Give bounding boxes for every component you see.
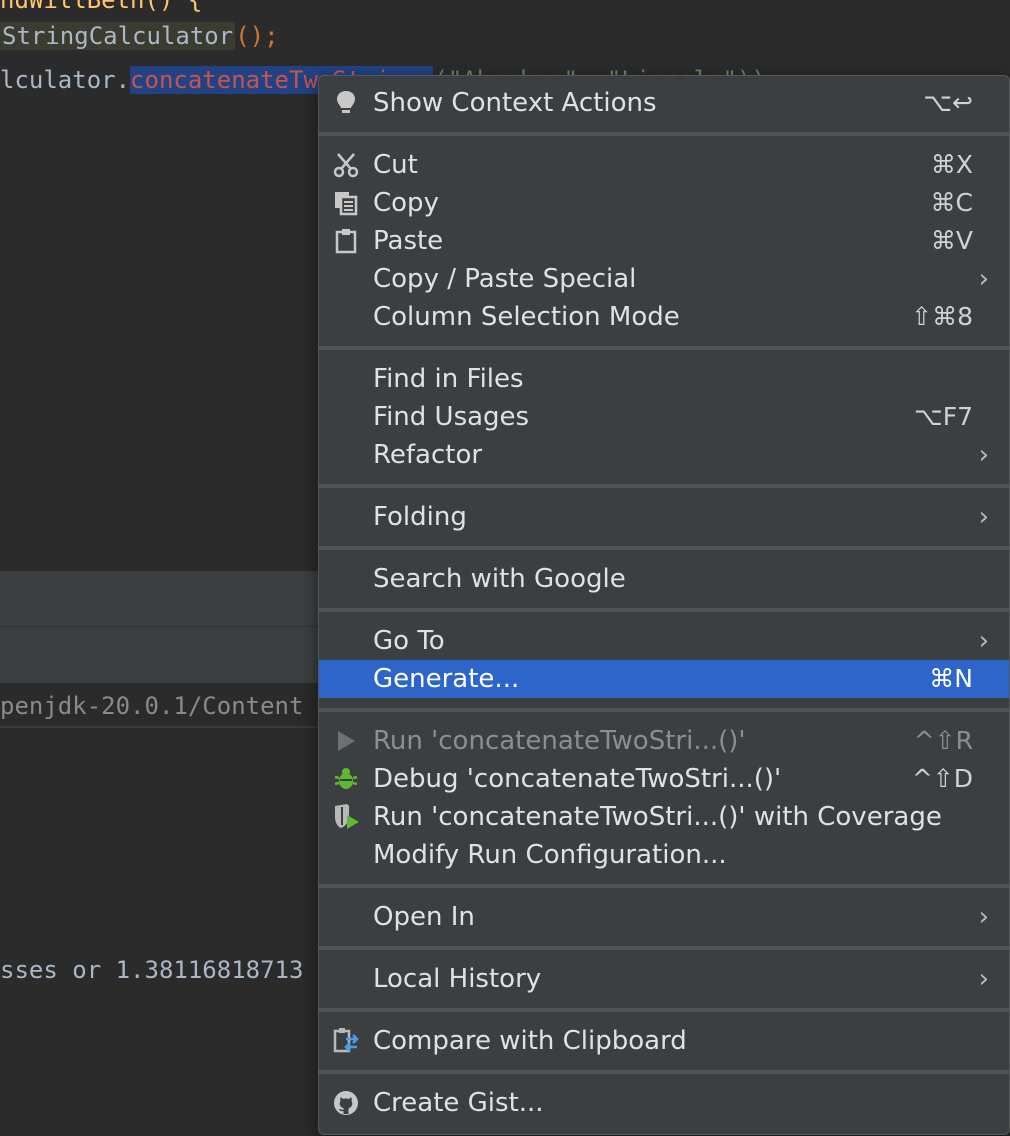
menu-item-label: Refactor — [373, 440, 483, 470]
menu-item-label: Debug 'concatenateTwoStri...()' — [373, 764, 782, 794]
menu-item-create-gist[interactable]: Create Gist... — [319, 1084, 1009, 1122]
editor-context-menu: Show Context Actions ⌥↩ Cut ⌘X Copy ⌘C P… — [318, 75, 1010, 1135]
menu-item-paste[interactable]: Paste ⌘V — [319, 222, 1009, 260]
menu-item-label: Search with Google — [373, 564, 626, 594]
menu-item-refactor[interactable]: Refactor › — [319, 436, 1009, 474]
clipboard-icon — [331, 226, 361, 256]
menu-separator — [319, 946, 1009, 950]
menu-item-shortcut: ⌘V — [930, 226, 973, 255]
chevron-right-icon: › — [978, 626, 989, 656]
menu-item-shortcut: ⇧⌘8 — [911, 302, 973, 331]
menu-item-run-with-coverage[interactable]: Run 'concatenateTwoStri...()' with Cover… — [319, 798, 1009, 836]
menu-item-shortcut: ⌘C — [930, 188, 973, 217]
menu-item-open-in[interactable]: Open In › — [319, 898, 1009, 936]
copy-icon — [331, 188, 361, 218]
code-identifier-highlight: StringCalculator — [0, 22, 236, 50]
menu-item-cut[interactable]: Cut ⌘X — [319, 146, 1009, 184]
menu-item-label: Column Selection Mode — [373, 302, 680, 332]
menu-item-copy[interactable]: Copy ⌘C — [319, 184, 1009, 222]
console-output-line: sses or 1.38116818713 — [0, 956, 304, 984]
chevron-right-icon: › — [978, 902, 989, 932]
menu-item-show-context-actions[interactable]: Show Context Actions ⌥↩ — [319, 84, 1009, 122]
menu-item-label: Open In — [373, 902, 475, 932]
menu-item-label: Copy / Paste Special — [373, 264, 637, 294]
menu-item-label: Copy — [373, 188, 439, 218]
menu-separator — [319, 132, 1009, 136]
tool-window-header — [0, 570, 320, 627]
chevron-right-icon: › — [978, 264, 989, 294]
menu-separator — [319, 546, 1009, 550]
menu-item-label: Show Context Actions — [373, 88, 657, 118]
chevron-right-icon: › — [978, 440, 989, 470]
menu-item-label: Create Gist... — [373, 1088, 544, 1118]
github-icon — [331, 1088, 361, 1118]
menu-item-generate[interactable]: Generate... ⌘N — [319, 660, 1009, 698]
lightbulb-icon — [331, 88, 361, 118]
menu-separator — [319, 1070, 1009, 1074]
code-punctuation: (); — [235, 22, 279, 50]
menu-item-folding[interactable]: Folding › — [319, 498, 1009, 536]
chevron-right-icon: › — [978, 964, 989, 994]
menu-item-run[interactable]: Run 'concatenateTwoStri...()' ^⇧R — [319, 722, 1009, 760]
menu-separator — [319, 608, 1009, 612]
menu-item-label: Run 'concatenateTwoStri...()' — [373, 726, 746, 756]
menu-item-modify-run-configuration[interactable]: Modify Run Configuration... — [319, 836, 1009, 874]
menu-item-label: Run 'concatenateTwoStri...()' with Cover… — [373, 802, 942, 832]
menu-item-label: Cut — [373, 150, 418, 180]
tool-window-toolbar — [0, 626, 320, 683]
menu-item-label: Modify Run Configuration... — [373, 840, 727, 870]
menu-item-label: Go To — [373, 626, 445, 656]
scissors-icon — [331, 150, 361, 180]
code-receiver: lculator. — [0, 66, 131, 94]
menu-item-label: Paste — [373, 226, 444, 256]
console-command-line: penjdk-20.0.1/Content — [0, 692, 304, 720]
menu-item-search-with-google[interactable]: Search with Google — [319, 560, 1009, 598]
menu-item-label: Find Usages — [373, 402, 530, 432]
menu-item-label: Generate... — [373, 664, 520, 694]
coverage-shield-icon — [331, 802, 361, 832]
menu-item-label: Find in Files — [373, 364, 524, 394]
menu-item-column-selection-mode[interactable]: Column Selection Mode ⇧⌘8 — [319, 298, 1009, 336]
chevron-right-icon: › — [978, 502, 989, 532]
compare-clipboard-icon — [331, 1026, 361, 1056]
menu-separator — [319, 708, 1009, 712]
menu-item-shortcut: ⌥F7 — [913, 402, 973, 431]
menu-item-shortcut: ⌘N — [929, 664, 973, 693]
menu-item-shortcut: ^⇧R — [913, 726, 973, 755]
menu-item-label: Folding — [373, 502, 467, 532]
menu-item-debug[interactable]: Debug 'concatenateTwoStri...()' ^⇧D — [319, 760, 1009, 798]
run-icon — [331, 726, 361, 756]
menu-item-find-usages[interactable]: Find Usages ⌥F7 — [319, 398, 1009, 436]
code-line: StringCalculator(); — [0, 16, 279, 56]
menu-separator — [319, 1008, 1009, 1012]
menu-item-find-in-files[interactable]: Find in Files — [319, 360, 1009, 398]
menu-item-compare-with-clipboard[interactable]: Compare with Clipboard — [319, 1022, 1009, 1060]
menu-item-shortcut: ⌘X — [930, 150, 973, 179]
menu-item-label: Local History — [373, 964, 542, 994]
menu-item-go-to[interactable]: Go To › — [319, 622, 1009, 660]
menu-item-shortcut: ^⇧D — [911, 764, 973, 793]
menu-item-local-history[interactable]: Local History › — [319, 960, 1009, 998]
debug-bug-icon — [331, 764, 361, 794]
console-divider — [0, 726, 320, 728]
menu-separator — [319, 346, 1009, 350]
menu-item-shortcut: ⌥↩ — [923, 88, 973, 117]
menu-item-copy-paste-special[interactable]: Copy / Paste Special › — [319, 260, 1009, 298]
menu-separator — [319, 884, 1009, 888]
menu-separator — [319, 484, 1009, 488]
menu-item-label: Compare with Clipboard — [373, 1026, 687, 1056]
